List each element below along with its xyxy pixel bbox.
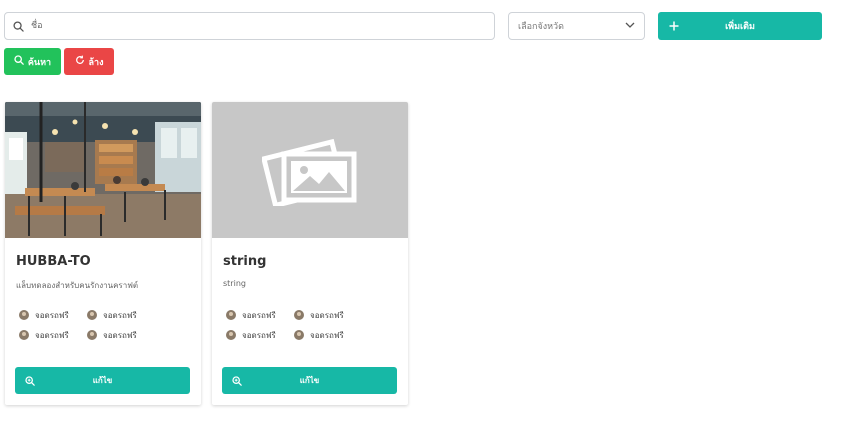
chevron-down-icon xyxy=(625,21,635,31)
amenity-label: จอดรถฟรี xyxy=(242,330,276,340)
parking-icon xyxy=(87,310,97,320)
place-card: HUBBA-TO แล็บทดลองสำหรับคนรักงานคราฟต์ จ… xyxy=(5,102,201,405)
amenity-item: จอดรถฟรี xyxy=(226,329,294,341)
amenity-item: จอดรถฟรี xyxy=(226,309,294,321)
amenity-list: จอดรถฟรี จอดรถฟรี จอดรถฟรี จอดรถฟรี xyxy=(226,309,366,341)
province-select-label: เลือกจังหวัด xyxy=(518,22,564,32)
edit-button-label: แก้ไข xyxy=(299,376,320,385)
add-button-label: เพิ่มเติม xyxy=(725,22,755,32)
place-card: string string จอดรถฟรี จอดรถฟรี จอดรถฟรี… xyxy=(212,102,408,405)
amenity-label: จอดรถฟรี xyxy=(310,330,344,340)
amenity-item: จอดรถฟรี xyxy=(294,309,362,321)
parking-icon xyxy=(226,310,236,320)
edit-button[interactable]: แก้ไข xyxy=(222,367,397,394)
parking-icon xyxy=(226,330,236,340)
parking-icon xyxy=(87,330,97,340)
add-button[interactable]: เพิ่มเติม xyxy=(658,12,822,40)
card-title: string xyxy=(223,254,267,269)
amenity-label: จอดรถฟรี xyxy=(35,310,69,320)
amenity-label: จอดรถฟรี xyxy=(103,330,137,340)
clear-button-label: ล้าง xyxy=(88,57,104,68)
amenity-item: จอดรถฟรี xyxy=(87,329,155,341)
image-placeholder xyxy=(212,102,408,238)
zoom-in-icon xyxy=(15,375,45,386)
amenity-label: จอดรถฟรี xyxy=(35,330,69,340)
search-field[interactable] xyxy=(4,12,495,40)
amenity-item: จอดรถฟรี xyxy=(19,309,87,321)
card-title: HUBBA-TO xyxy=(16,254,91,269)
parking-icon xyxy=(19,330,29,340)
amenity-item: จอดรถฟรี xyxy=(294,329,362,341)
parking-icon xyxy=(19,310,29,320)
card-description: string xyxy=(223,279,246,288)
amenity-item: จอดรถฟรี xyxy=(19,329,87,341)
search-button[interactable]: ค้นหา xyxy=(4,48,61,75)
image-placeholder-icon xyxy=(262,138,357,206)
refresh-icon xyxy=(75,55,85,68)
clear-button[interactable]: ล้าง xyxy=(64,48,114,75)
coworking-photo xyxy=(5,102,201,238)
amenity-label: จอดรถฟรี xyxy=(310,310,344,320)
search-icon xyxy=(5,20,31,32)
search-button-label: ค้นหา xyxy=(27,57,52,68)
edit-button-label: แก้ไข xyxy=(92,376,113,385)
amenity-label: จอดรถฟรี xyxy=(103,310,137,320)
amenity-item: จอดรถฟรี xyxy=(87,309,155,321)
parking-icon xyxy=(294,330,304,340)
zoom-in-icon xyxy=(222,375,252,386)
amenity-label: จอดรถฟรี xyxy=(242,310,276,320)
province-select[interactable]: เลือกจังหวัด xyxy=(508,12,645,40)
search-icon xyxy=(14,55,24,68)
card-description: แล็บทดลองสำหรับคนรักงานคราฟต์ xyxy=(16,281,139,290)
amenity-list: จอดรถฟรี จอดรถฟรี จอดรถฟรี จอดรถฟรี xyxy=(19,309,159,341)
parking-icon xyxy=(294,310,304,320)
plus-icon xyxy=(658,21,690,31)
search-input[interactable] xyxy=(31,13,494,39)
edit-button[interactable]: แก้ไข xyxy=(15,367,190,394)
